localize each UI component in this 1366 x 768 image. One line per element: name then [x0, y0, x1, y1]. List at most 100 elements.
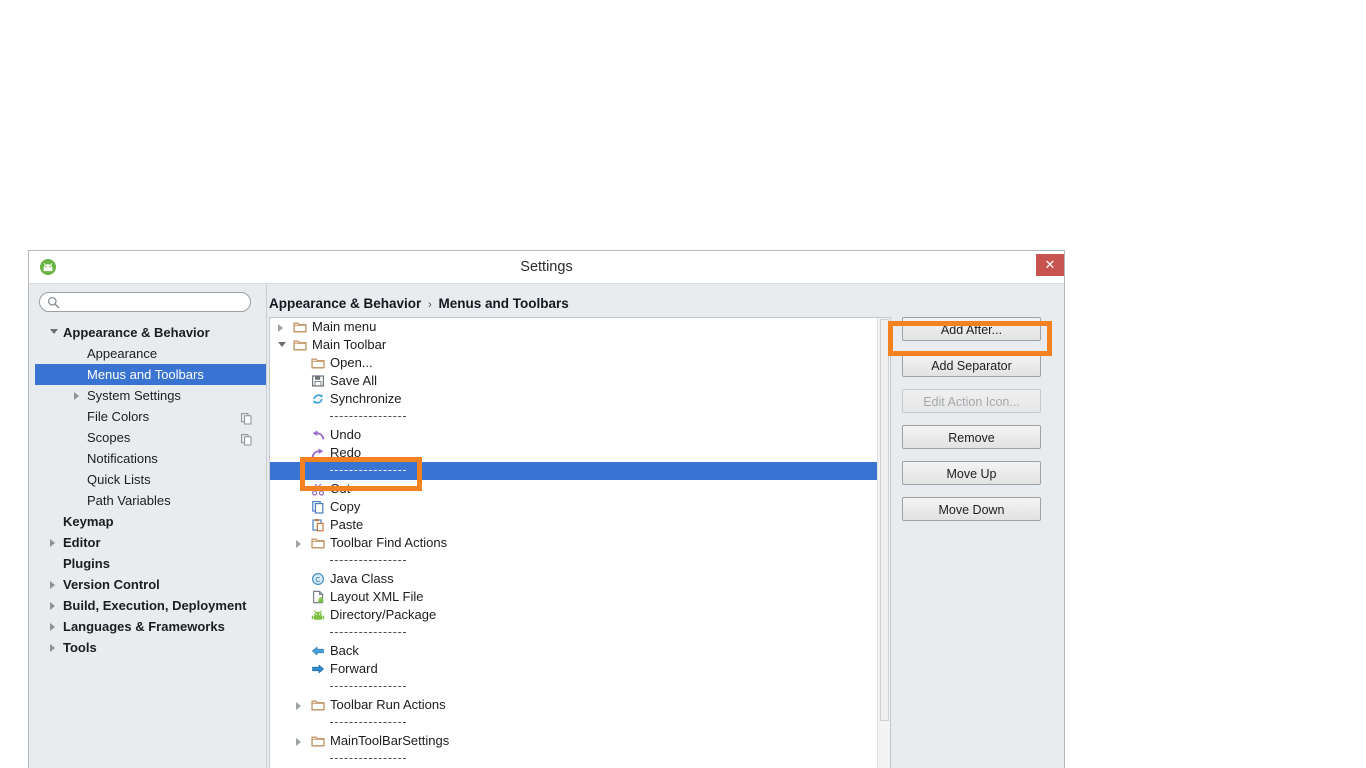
close-button[interactable]: ✕ — [1036, 254, 1064, 276]
forward-arrow-icon — [311, 662, 325, 676]
tree-scrollbar-thumb[interactable] — [880, 319, 889, 721]
copy-icon — [311, 500, 325, 514]
separator-dashes — [330, 416, 406, 417]
window-titlebar: Settings ✕ — [29, 251, 1064, 284]
sidebar-item-label: System Settings — [87, 388, 181, 403]
tree-scrollbar[interactable] — [877, 318, 890, 768]
chevron-right-icon[interactable] — [50, 581, 55, 589]
tree-row[interactable]: MainToolBarSettings — [270, 732, 890, 750]
tree-row-label: Layout XML File — [330, 589, 424, 604]
tree-row-label: Main Toolbar — [312, 337, 387, 352]
tree-row-label: Main menu — [312, 319, 377, 334]
sidebar-item-scopes[interactable]: Scopes — [35, 427, 266, 448]
chevron-right-icon[interactable] — [296, 540, 301, 548]
add-separator-button[interactable]: Add Separator — [902, 353, 1041, 377]
sidebar-item-label: Menus and Toolbars — [87, 367, 204, 382]
toolbar-tree-panel: Main menu Main Toolbar Open... Save All Sync… — [269, 317, 891, 768]
sidebar-item-label: Scopes — [87, 430, 131, 445]
separator-dashes — [330, 686, 406, 687]
separator-dashes — [330, 560, 406, 561]
tree-row-label: Forward — [330, 661, 378, 676]
sidebar-item-menus-and-toolbars[interactable]: Menus and Toolbars — [35, 364, 266, 385]
copy-settings-icon[interactable] — [241, 431, 252, 446]
search-box[interactable] — [39, 292, 251, 312]
tree-row[interactable]: Synchronize — [270, 390, 890, 408]
sidebar-item-tools[interactable]: Tools — [35, 637, 266, 658]
tree-row[interactable]: Undo — [270, 426, 890, 444]
svg-text:C: C — [315, 575, 320, 584]
tree-row-label: Undo — [330, 427, 362, 442]
chevron-down-icon[interactable] — [278, 342, 286, 347]
tree-row[interactable]: Main menu — [270, 318, 890, 336]
sidebar-item-path-variables[interactable]: Path Variables — [35, 490, 266, 511]
tree-row[interactable]: Directory/Package — [270, 606, 890, 624]
breadcrumb-separator-icon: › — [428, 299, 432, 311]
tree-row[interactable]: Toolbar Run Actions — [270, 696, 890, 714]
sidebar-item-plugins[interactable]: Plugins — [35, 553, 266, 574]
sidebar-item-notifications[interactable]: Notifications — [35, 448, 266, 469]
sidebar-nav-list: Appearance & Behavior Appearance Menus and… — [35, 322, 266, 658]
tree-row-label: Copy — [330, 499, 361, 514]
tree-row-separator[interactable]: ------------ — [270, 750, 890, 768]
tree-row-separator[interactable]: ------------ — [270, 552, 890, 570]
tree-row-separator[interactable]: ------------ — [270, 624, 890, 642]
tree-row[interactable]: Back — [270, 642, 890, 660]
tree-row[interactable]: Save All — [270, 372, 890, 390]
chevron-right-icon[interactable] — [296, 702, 301, 710]
chevron-right-icon[interactable] — [50, 539, 55, 547]
tree-row[interactable]: Cut — [270, 480, 890, 498]
chevron-right-icon[interactable] — [50, 623, 55, 631]
tree-row-label: Back — [330, 643, 359, 658]
move-up-button[interactable]: Move Up — [902, 461, 1041, 485]
copy-settings-icon[interactable] — [241, 410, 252, 425]
tree-row[interactable]: Forward — [270, 660, 890, 678]
tree-row[interactable]: Open... — [270, 354, 890, 372]
tree-row-label: Directory/Package — [330, 607, 437, 622]
sidebar-item-quick-lists[interactable]: Quick Lists — [35, 469, 266, 490]
tree-row[interactable]: Paste — [270, 516, 890, 534]
tree-row[interactable]: Layout XML File — [270, 588, 890, 606]
breadcrumb-root[interactable]: Appearance & Behavior — [269, 296, 421, 311]
tree-row[interactable]: Redo — [270, 444, 890, 462]
edit-action-icon-button: Edit Action Icon... — [902, 389, 1041, 413]
add-after-button[interactable]: Add After... — [902, 317, 1041, 341]
sidebar-item-appearance[interactable]: Appearance — [35, 343, 266, 364]
android-package-icon — [311, 608, 325, 622]
tree-row-separator[interactable]: ------------ — [270, 462, 890, 480]
sidebar-item-version-control[interactable]: Version Control — [35, 574, 266, 595]
tree-row-separator[interactable]: ------------ — [270, 408, 890, 426]
sidebar-item-keymap[interactable]: Keymap — [35, 511, 266, 532]
sidebar-item-label: Path Variables — [87, 493, 171, 508]
sidebar-item-label: Quick Lists — [87, 472, 151, 487]
sidebar-item-editor[interactable]: Editor — [35, 532, 266, 553]
chevron-right-icon[interactable] — [74, 392, 79, 400]
sidebar-item-languages-frameworks[interactable]: Languages & Frameworks — [35, 616, 266, 637]
paste-icon — [311, 518, 325, 532]
sidebar-item-file-colors[interactable]: File Colors — [35, 406, 266, 427]
sidebar-item-label: Version Control — [63, 577, 160, 592]
sidebar-item-build-execution-deployment[interactable]: Build, Execution, Deployment — [35, 595, 266, 616]
folder-icon — [293, 338, 307, 352]
tree-row-separator[interactable]: ------------ — [270, 678, 890, 696]
remove-button[interactable]: Remove — [902, 425, 1041, 449]
chevron-right-icon[interactable] — [296, 738, 301, 746]
chevron-right-icon[interactable] — [50, 644, 55, 652]
sidebar-item-label: Build, Execution, Deployment — [63, 598, 247, 613]
search-input[interactable] — [64, 294, 244, 310]
chevron-right-icon[interactable] — [50, 602, 55, 610]
chevron-right-icon[interactable] — [278, 324, 283, 332]
move-down-button[interactable]: Move Down — [902, 497, 1041, 521]
tree-row-separator[interactable]: ------------ — [270, 714, 890, 732]
sidebar-item-label: Tools — [63, 640, 97, 655]
tree-row[interactable]: C Java Class — [270, 570, 890, 588]
tree-row[interactable]: Copy — [270, 498, 890, 516]
java-class-icon: C — [311, 572, 325, 586]
tree-row[interactable]: Main Toolbar — [270, 336, 890, 354]
sidebar-item-system-settings[interactable]: System Settings — [35, 385, 266, 406]
sidebar-item-appearance-behavior[interactable]: Appearance & Behavior — [35, 322, 266, 343]
tree-row[interactable]: Toolbar Find Actions — [270, 534, 890, 552]
settings-window: Settings ✕ Appearance & Behavior Appearan… — [28, 250, 1065, 768]
tree-row-label: MainToolBarSettings — [330, 733, 450, 748]
chevron-down-icon[interactable] — [50, 329, 58, 334]
window-title: Settings — [520, 259, 573, 275]
